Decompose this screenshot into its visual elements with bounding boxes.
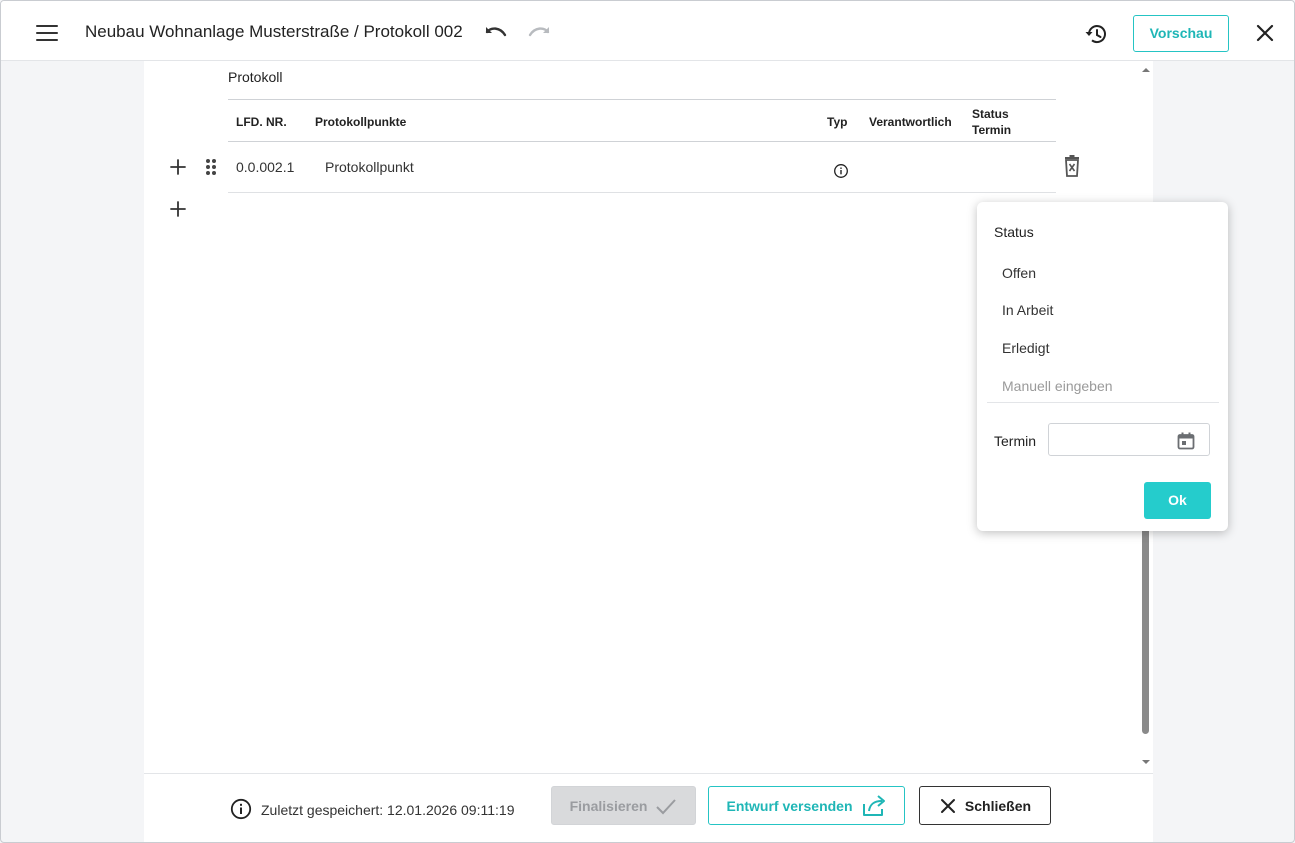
popup-divider — [987, 402, 1219, 403]
share-icon — [862, 794, 885, 816]
close-icon — [940, 798, 955, 813]
undo-icon[interactable] — [484, 23, 508, 43]
info-icon[interactable] — [833, 163, 849, 179]
table-header: LFD. NR. Protokollpunkte Typ Verantwortl… — [228, 99, 1056, 142]
column-header-status-line1: Status — [972, 107, 1009, 121]
close-icon[interactable] — [1255, 23, 1275, 43]
ok-button[interactable]: Ok — [1144, 482, 1211, 519]
row-number: 0.0.002.1 — [236, 159, 295, 175]
close-button[interactable]: Schließen — [919, 786, 1051, 825]
drag-handle-icon[interactable] — [204, 158, 218, 176]
status-manual-input[interactable]: Manuell eingeben — [1002, 378, 1113, 394]
scroll-up-arrow[interactable] — [1140, 65, 1152, 75]
info-icon — [230, 798, 252, 820]
page-title: Neubau Wohnanlage Musterstraße / Protoko… — [85, 22, 463, 41]
scroll-down-arrow[interactable] — [1140, 757, 1152, 767]
popup-title: Status — [994, 224, 1034, 240]
history-icon[interactable] — [1084, 22, 1108, 46]
column-header-nr: LFD. NR. — [236, 115, 287, 129]
column-header-status: Status Termin — [972, 106, 1011, 138]
finalize-button[interactable]: Finalisieren — [551, 786, 696, 825]
column-header-status-line2: Termin — [972, 123, 1012, 137]
menu-icon[interactable] — [36, 25, 58, 41]
delete-icon[interactable] — [1062, 155, 1082, 177]
footer-bar: Zuletzt gespeichert: 12.01.2026 09:11:19… — [144, 773, 1153, 842]
redo-icon[interactable] — [527, 23, 551, 43]
calendar-icon[interactable] — [1176, 431, 1196, 451]
preview-button[interactable]: Vorschau — [1133, 15, 1229, 52]
status-option-in-progress[interactable]: In Arbeit — [1002, 302, 1053, 318]
finalize-label: Finalisieren — [569, 797, 648, 814]
column-header-points: Protokollpunkte — [315, 115, 407, 129]
termin-label: Termin — [994, 433, 1037, 449]
send-draft-button[interactable]: Entwurf versenden — [708, 786, 905, 825]
termin-field[interactable] — [1048, 423, 1210, 456]
add-item-icon[interactable] — [169, 200, 187, 218]
column-header-responsible: Verantwortlich — [869, 115, 952, 129]
row-point-text[interactable]: Protokollpunkt — [325, 159, 414, 175]
close-label: Schließen — [964, 797, 1032, 814]
add-subitem-icon[interactable] — [169, 158, 187, 176]
send-draft-label: Entwurf versenden — [726, 797, 853, 814]
status-option-open[interactable]: Offen — [1002, 265, 1036, 281]
section-title: Protokoll — [228, 69, 283, 85]
table-row[interactable]: 0.0.002.1 Protokollpunkt — [228, 143, 1056, 193]
column-header-type: Typ — [827, 115, 848, 129]
status-popup: Status Offen In Arbeit Erledigt Manuell … — [977, 202, 1228, 531]
check-icon — [656, 798, 677, 814]
last-saved-text: Zuletzt gespeichert: 12.01.2026 09:11:19 — [261, 802, 515, 818]
status-option-done[interactable]: Erledigt — [1002, 340, 1049, 356]
top-bar: Neubau Wohnanlage Musterstraße / Protoko… — [1, 1, 1294, 61]
termin-input[interactable] — [1055, 430, 1165, 450]
scrollbar-thumb[interactable] — [1142, 506, 1149, 734]
app-window: Neubau Wohnanlage Musterstraße / Protoko… — [0, 0, 1295, 843]
